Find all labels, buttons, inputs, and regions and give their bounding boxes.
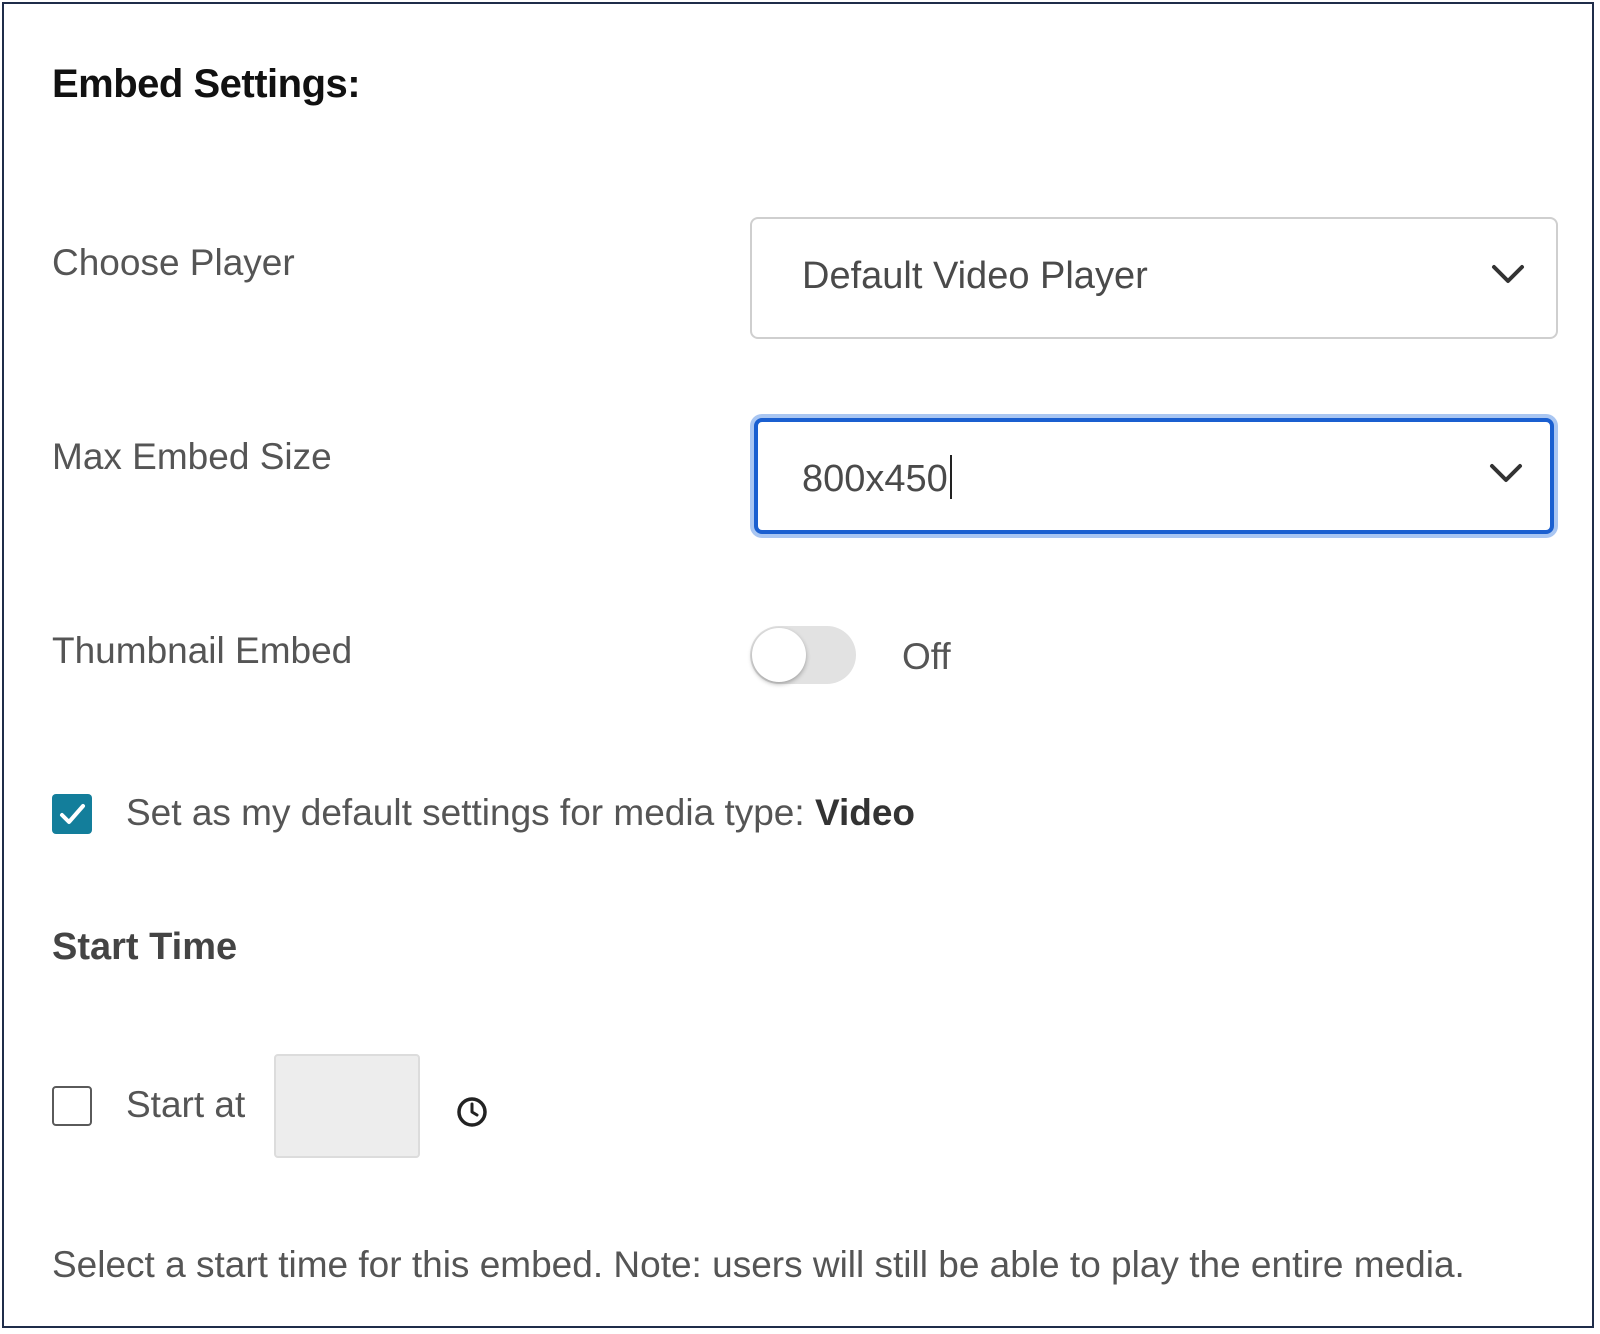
clock-icon[interactable] — [455, 1095, 489, 1129]
media-type-value: Video — [814, 792, 916, 833]
choose-player-select[interactable]: Default Video Player — [750, 217, 1558, 339]
start-at-checkbox[interactable] — [52, 1086, 92, 1126]
thumbnail-embed-toggle[interactable] — [750, 626, 856, 684]
choose-player-value: Default Video Player — [802, 255, 1148, 297]
choose-player-label: Choose Player — [52, 242, 295, 283]
default-settings-checkbox[interactable] — [52, 794, 92, 834]
max-embed-size-value: 800x450 — [802, 455, 952, 501]
start-at-label: Start at — [126, 1084, 246, 1125]
page-title: Embed Settings: — [52, 62, 361, 106]
chevron-down-icon — [1492, 265, 1524, 283]
check-icon — [60, 804, 85, 824]
chevron-down-icon — [1490, 464, 1522, 482]
thumbnail-embed-label: Thumbnail Embed — [52, 630, 353, 671]
thumbnail-embed-state: Off — [902, 636, 951, 677]
toggle-knob — [752, 628, 806, 682]
start-time-input[interactable] — [274, 1054, 420, 1158]
max-embed-size-label: Max Embed Size — [52, 436, 332, 477]
text-caret — [949, 455, 952, 499]
embed-settings-panel: Embed Settings: Choose Player Default Vi… — [2, 2, 1594, 1328]
start-time-heading: Start Time — [52, 926, 238, 968]
default-settings-label: Set as my default settings for media typ… — [126, 792, 916, 833]
start-time-note: Select a start time for this embed. Note… — [52, 1244, 1465, 1285]
max-embed-size-select[interactable]: 800x450 — [754, 418, 1554, 534]
